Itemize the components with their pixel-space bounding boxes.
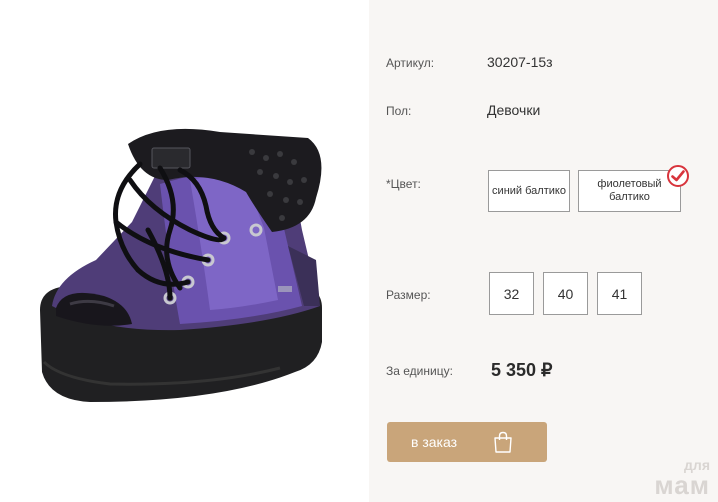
site-watermark: для мам — [654, 458, 710, 498]
size-option-label: 41 — [611, 285, 628, 302]
order-button-label: в заказ — [411, 434, 458, 450]
color-option-siniy-baltiko[interactable]: синий балтико — [488, 170, 570, 212]
shopping-bag-icon — [494, 431, 512, 453]
size-option-41[interactable]: 41 — [597, 272, 642, 315]
size-option-40[interactable]: 40 — [543, 272, 588, 315]
article-value: 30207-15з — [487, 54, 553, 70]
size-option-label: 32 — [503, 285, 520, 302]
add-to-order-button[interactable]: в заказ — [387, 422, 547, 462]
color-label: *Цвет: — [386, 177, 421, 191]
price-value: 5 350 ₽ — [491, 360, 553, 380]
product-image-pane — [0, 0, 369, 502]
gender-label: Пол: — [386, 104, 412, 118]
product-boot-image — [40, 128, 322, 402]
size-label: Размер: — [386, 288, 431, 302]
gender-value: Девочки — [487, 102, 541, 118]
color-option-label: фиолетовый балтико — [597, 178, 662, 203]
watermark-line2: мам — [654, 470, 710, 500]
product-info-panel: Артикул: 30207-15з Пол: Девочки *Цвет: с… — [369, 0, 718, 502]
check-circle-icon — [667, 165, 689, 187]
price-label: За единицу: — [386, 364, 453, 378]
size-option-32[interactable]: 32 — [489, 272, 534, 315]
article-label: Артикул: — [386, 56, 435, 70]
color-option-label: синий балтико — [492, 184, 566, 197]
size-option-label: 40 — [557, 285, 574, 302]
